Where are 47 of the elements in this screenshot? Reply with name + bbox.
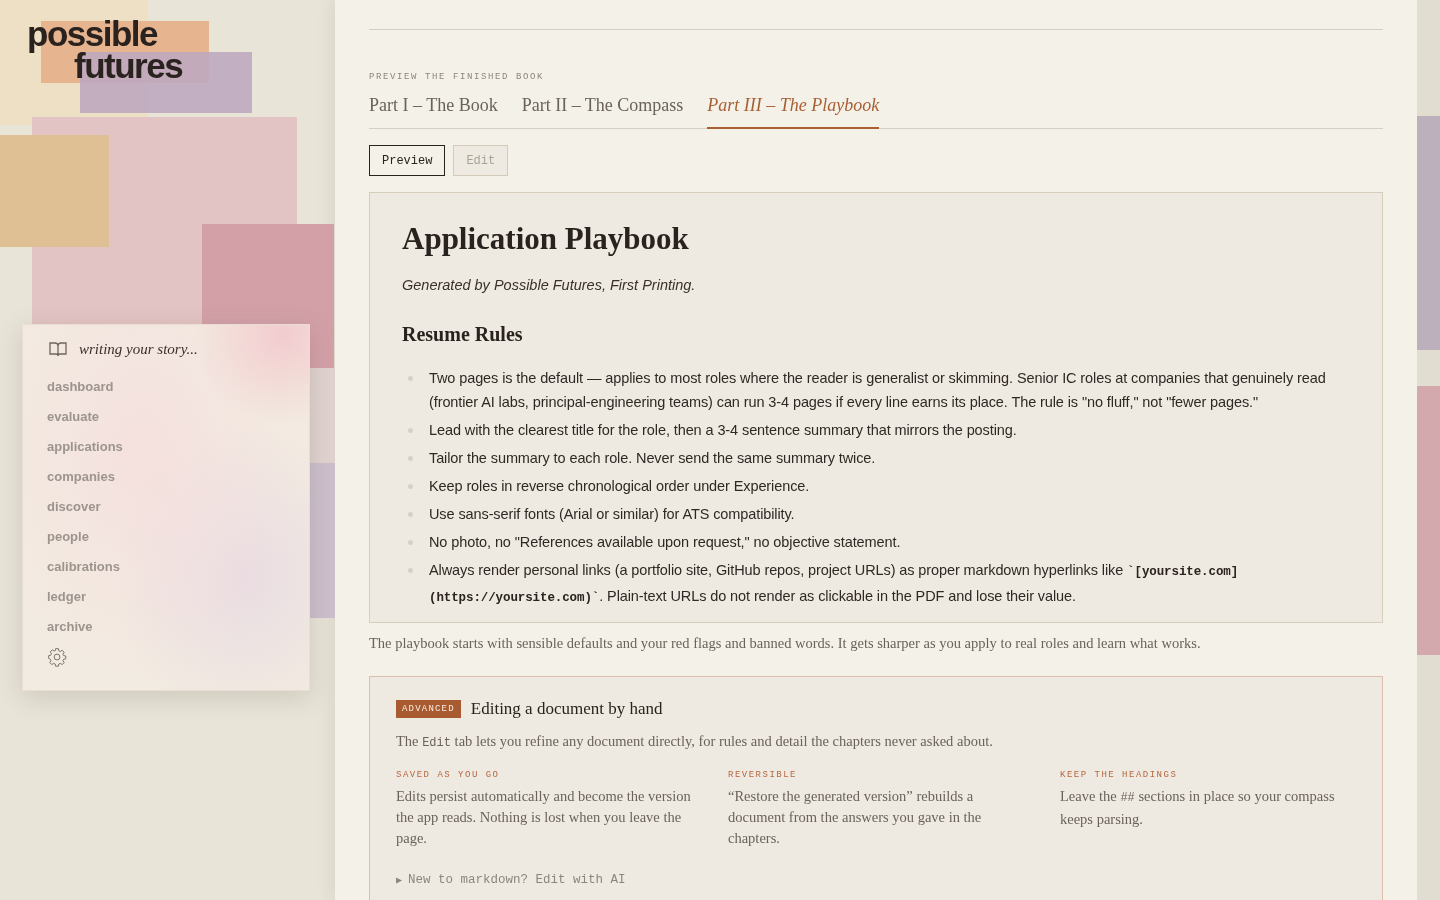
section-label: PREVIEW THE FINISHED BOOK: [369, 72, 546, 82]
mode-button[interactable]: Preview: [369, 145, 446, 176]
card-title: Editing a document by hand: [470, 699, 663, 719]
tip-text: Leave the ## sections in place so your compass keeps parsing.: [1060, 787, 1336, 829]
bullet-dot: [408, 376, 413, 381]
book-icon: [49, 341, 67, 357]
advanced-badge: ADVANCED: [396, 700, 461, 718]
nav-link[interactable]: dashboard: [47, 379, 114, 394]
part-tab[interactable]: Part III – The Playbook: [707, 91, 880, 129]
nav-link[interactable]: archive: [47, 619, 93, 634]
tip-heading: SAVED AS YOU GO: [396, 770, 501, 780]
rule-text: Use sans-serif fonts (Arial or similar) for ATS compatibility.: [429, 506, 795, 522]
rule-text: Lead with the clearest title for the role, then a 3-4 sentence summary that mirrors the posting.: [429, 422, 1017, 438]
rule-text: Tailor the summary to each role. Never send the same summary twice.: [429, 450, 876, 466]
bullet-dot: [408, 540, 413, 545]
section-heading: Resume Rules: [402, 323, 524, 346]
rule-text: Two pages is the default — applies to most roles where the reader is generalist or skimming. Senior IC roles at companies that genuinely read (frontier AI labs, principal-engineering teams) can run 3-4 pages if every line earns its place. The rule is "no fluff," not "fewer pages.": [429, 370, 1326, 410]
mode-button[interactable]: Edit: [453, 145, 509, 176]
nav-link[interactable]: people: [47, 529, 89, 544]
nav-link[interactable]: ledger: [47, 589, 86, 604]
rule-text: Keep roles in reverse chronological order under Experience.: [429, 478, 810, 494]
nav-link[interactable]: discover: [47, 499, 101, 514]
tip-text: Edits persist automatically and become the version the app reads. Nothing is lost when you leave the page.: [396, 787, 692, 848]
nav-link[interactable]: evaluate: [47, 409, 100, 424]
status-text: writing your story...: [79, 340, 198, 358]
part-tab[interactable]: Part I – The Book: [369, 91, 498, 129]
bullet-dot: [408, 484, 413, 489]
tip-text: “Restore the generated version” rebuilds a document from the answers you gave in the chapters.: [728, 787, 983, 848]
nav-link[interactable]: calibrations: [47, 559, 120, 574]
bullet-dot: [408, 512, 413, 517]
intro-text: The Edit tab lets you refine any document directly, for rules and detail the chapters never asked about.: [396, 733, 994, 750]
document-subtitle: Generated by Possible Futures, First Printing.: [402, 277, 697, 293]
part-tab[interactable]: Part II – The Compass: [521, 91, 684, 129]
nav-link[interactable]: companies: [47, 469, 115, 484]
settings-icon[interactable]: [47, 647, 67, 667]
note-text: The playbook starts with sensible defaults and your red flags and banned words. It gets sharper as you apply to real roles and learn what works.: [369, 635, 1202, 652]
tip-heading: KEEP THE HEADINGS: [1060, 770, 1179, 780]
disclosure-toggle[interactable]: ▶ New to markdown? Edit with AI: [396, 873, 626, 887]
logo-text: futures: [74, 50, 183, 82]
bullet-dot: [408, 456, 413, 461]
nav-link[interactable]: applications: [47, 439, 123, 454]
tip-heading: REVERSIBLE: [728, 770, 798, 780]
rule-text: No photo, no "References available upon request," no objective statement.: [429, 534, 901, 550]
bullet-dot: [408, 568, 413, 573]
rule-text: Always render personal links (a portfolio site, GitHub repos, project URLs) as proper markdown hyperlinks like `[yoursite.com](https://yoursite.com)`. Plain-text URLs do not render as clickable in the PDF and lose their value.: [429, 562, 1239, 604]
bullet-dot: [408, 428, 413, 433]
document-title: Application Playbook: [402, 221, 690, 257]
